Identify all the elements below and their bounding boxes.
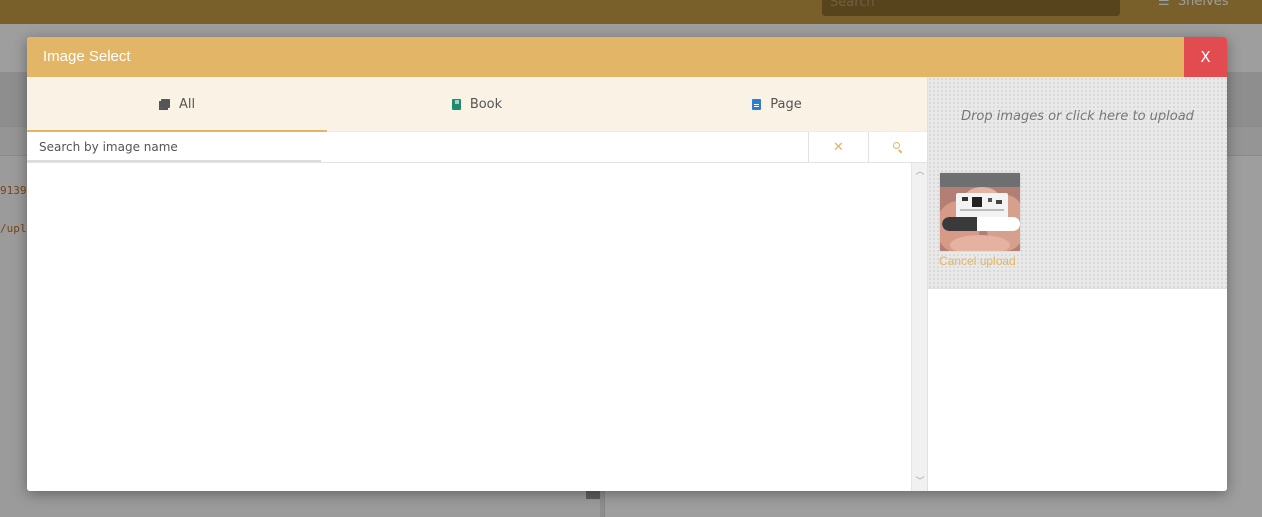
gallery-pane: All Book Page ✕ ︿ ﹀ <box>27 77 927 491</box>
scroll-up-icon[interactable]: ︿ <box>912 165 928 179</box>
page-icon <box>752 98 762 110</box>
filter-tabs: All Book Page <box>27 77 927 132</box>
clear-search-button[interactable]: ✕ <box>808 132 868 162</box>
modal-title: Image Select <box>43 48 131 65</box>
upload-progress-bar <box>942 217 1020 231</box>
gallery-scrollbar[interactable]: ︿ ﹀ <box>911 163 927 491</box>
upload-progress-fill <box>942 217 978 231</box>
image-gallery <box>27 163 927 491</box>
image-search-input[interactable] <box>27 132 808 162</box>
upload-dropzone[interactable]: Drop images or click here to upload Canc… <box>928 77 1227 289</box>
search-row: ✕ <box>27 132 927 163</box>
scroll-down-icon[interactable]: ﹀ <box>912 475 928 489</box>
images-icon <box>158 98 170 110</box>
book-icon <box>451 98 461 110</box>
search-underline <box>27 160 321 162</box>
close-icon: ✕ <box>833 139 844 154</box>
tab-book[interactable]: Book <box>327 77 627 131</box>
search-icon <box>893 142 903 154</box>
tab-page[interactable]: Page <box>627 77 927 131</box>
search-button[interactable] <box>868 132 927 162</box>
tab-book-label: Book <box>469 96 503 112</box>
upload-pane: Drop images or click here to upload Canc… <box>928 77 1227 491</box>
cancel-upload-link[interactable]: Cancel upload <box>939 254 1016 268</box>
tab-all[interactable]: All <box>27 77 327 132</box>
close-button[interactable]: X <box>1184 37 1227 77</box>
thumbnail-image <box>940 173 1020 251</box>
upload-preview: Cancel upload <box>939 172 1021 274</box>
modal-header: Image Select X <box>27 37 1227 77</box>
tab-page-label: Page <box>770 96 802 112</box>
upload-thumbnail <box>939 172 1021 252</box>
image-select-modal: Image Select X All Book Page ✕ <box>27 37 1227 491</box>
dropzone-text: Drop images or click here to upload <box>961 109 1194 124</box>
tab-all-label: All <box>178 96 196 112</box>
